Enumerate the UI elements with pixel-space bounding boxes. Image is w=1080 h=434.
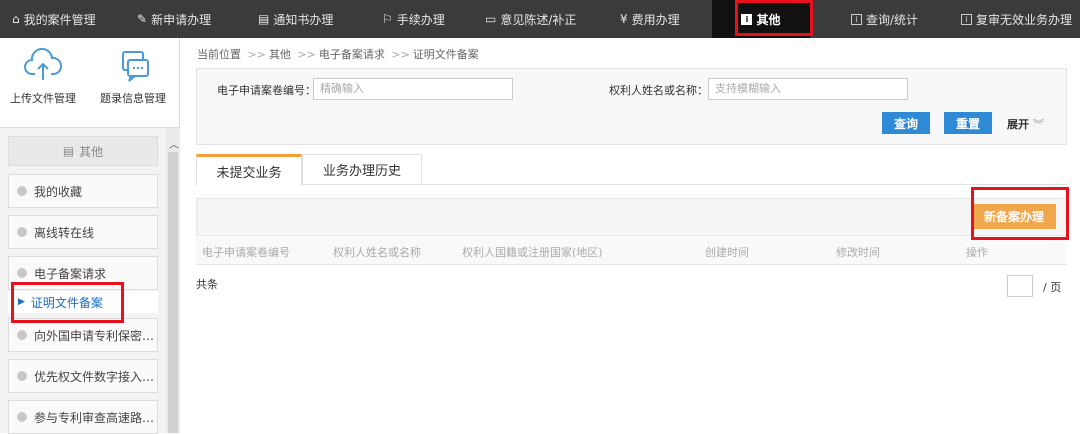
nav-fees[interactable]: ¥ 费用办理	[620, 0, 680, 38]
info-icon: i	[741, 13, 753, 25]
bullet-icon	[17, 227, 27, 237]
section-title-text: 其他	[79, 144, 104, 159]
cloud-upload-icon	[24, 48, 63, 80]
nav-notice[interactable]: ▤ 通知书办理	[258, 0, 333, 38]
sidebar: 上传文件管理 题录信息管理 ▤ 其他 我的收藏 离线转在线 电子备案请求 ▶ 证…	[0, 38, 180, 434]
breadcrumb-item: 证明文件备案	[412, 48, 479, 61]
bullet-icon	[17, 186, 27, 196]
sidebar-item-label: 电子备案请求	[34, 266, 107, 281]
column-header: 电子申请案卷编号	[202, 246, 290, 259]
nav-query[interactable]: i 查询/统计	[851, 0, 918, 38]
sidebar-menu: ▤ 其他 我的收藏 离线转在线 电子备案请求 ▶ 证明文件备案 向外国申请专利保…	[0, 128, 166, 434]
table-toolbar	[196, 198, 1067, 236]
bibliographic-manager[interactable]: 题录信息管理	[93, 48, 173, 106]
tab-history[interactable]: 业务办理历史	[302, 154, 422, 185]
sidebar-item-offline-online[interactable]: 离线转在线	[8, 215, 158, 249]
nav-label: 其他	[756, 12, 781, 27]
sidebar-item-favorites[interactable]: 我的收藏	[8, 174, 158, 208]
edit-icon: ✎	[137, 12, 148, 26]
nav-my-cases[interactable]: ⌂ 我的案件管理	[12, 0, 96, 38]
sidebar-item-foreign-secrecy[interactable]: 向外国申请专利保密…	[8, 318, 158, 352]
sidebar-item-label: 优先权文件数字接入…	[34, 369, 155, 384]
expand-label: 展开	[1007, 118, 1029, 131]
column-header: 修改时间	[836, 246, 880, 259]
info-icon: i	[851, 13, 862, 25]
sidebar-subitem-certificate-filing[interactable]: ▶ 证明文件备案	[8, 291, 158, 313]
owner-name-input[interactable]: 支持模糊输入	[708, 78, 908, 100]
sidebar-tools: 上传文件管理 题录信息管理	[0, 38, 180, 128]
home-icon: ⌂	[12, 12, 20, 26]
main-content: 当前位置 >> 其他 >> 电子备案请求 >> 证明文件备案 电子申请案卷编号： 精确…	[181, 38, 1080, 433]
page-unit-label: / 页	[1043, 281, 1062, 294]
grid-icon: ▤	[258, 12, 270, 26]
nav-label: 意见陈述/补正	[500, 12, 577, 27]
new-filing-button[interactable]: 新备案办理	[972, 204, 1056, 229]
tab-bar: 未提交业务 业务办理历史	[196, 153, 1067, 186]
nav-label: 费用办理	[631, 12, 680, 27]
chat-screen-icon	[122, 51, 149, 82]
column-header: 创建时间	[705, 246, 749, 259]
nav-new-application[interactable]: ✎ 新申请办理	[137, 0, 211, 38]
nav-label: 我的案件管理	[23, 12, 96, 27]
breadcrumb-separator: >>	[247, 48, 266, 61]
nav-label: 通知书办理	[273, 12, 334, 27]
nav-procedures[interactable]: ⚐ 手续办理	[382, 0, 445, 38]
sidebar-item-label: 我的收藏	[34, 184, 83, 199]
case-number-input[interactable]: 精确输入	[313, 78, 513, 100]
sidebar-scrollbar[interactable]: ︿	[166, 128, 180, 433]
triangle-right-icon: ▶	[18, 297, 25, 307]
table-header: 电子申请案卷编号 权利人姓名或名称 权利人国籍或注册国家(地区) 创建时间 修改…	[196, 237, 1067, 265]
column-header: 权利人国籍或注册国家(地区)	[462, 246, 603, 259]
nav-label: 新申请办理	[151, 12, 212, 27]
bullet-icon	[17, 371, 27, 381]
sidebar-item-e-filing[interactable]: 电子备案请求	[8, 256, 158, 290]
nav-label: 复审无效业务办理	[976, 12, 1073, 27]
sidebar-item-label: 参与专利审查高速路…	[34, 410, 155, 425]
flag-icon: ⚐	[382, 12, 393, 26]
nav-reexam[interactable]: i 复审无效业务办理	[961, 0, 1072, 38]
page-input[interactable]	[1007, 275, 1033, 297]
form-icon: ▭	[485, 12, 497, 26]
search-panel: 电子申请案卷编号： 精确输入 权利人姓名或名称： 支持模糊输入 查询 重置 展开…	[196, 68, 1067, 145]
chevron-down-icon: ︾	[1033, 118, 1044, 131]
top-navigation: ⌂ 我的案件管理 ✎ 新申请办理 ▤ 通知书办理 ⚐ 手续办理 ▭ 意见陈述/补…	[0, 0, 1080, 38]
breadcrumb: 当前位置 >> 其他 >> 电子备案请求 >> 证明文件备案	[197, 46, 479, 62]
nav-other[interactable]: i 其他	[712, 0, 810, 38]
breadcrumb-item[interactable]: 其他	[269, 48, 291, 61]
bullet-icon	[17, 330, 27, 340]
breadcrumb-separator: >>	[297, 48, 316, 61]
tool-label: 上传文件管理	[10, 92, 76, 105]
upload-file-manager[interactable]: 上传文件管理	[3, 48, 83, 106]
scrollbar-thumb[interactable]	[168, 152, 178, 433]
total-count: 共条	[196, 278, 218, 291]
nav-label: 查询/统计	[866, 12, 919, 27]
expand-toggle[interactable]: 展开 ︾	[1007, 116, 1044, 132]
query-button[interactable]: 查询	[882, 112, 930, 134]
bullet-icon	[17, 268, 27, 278]
column-header: 操作	[966, 246, 988, 259]
tool-label: 题录信息管理	[100, 92, 166, 105]
sidebar-item-label: 向外国申请专利保密…	[34, 328, 155, 343]
owner-name-label: 权利人姓名或名称：	[609, 84, 708, 97]
nav-opinion[interactable]: ▭ 意见陈述/补正	[485, 0, 576, 38]
breadcrumb-item[interactable]: 电子备案请求	[319, 48, 385, 61]
tab-unsubmitted[interactable]: 未提交业务	[196, 154, 302, 186]
sidebar-subitem-label: 证明文件备案	[30, 295, 103, 310]
yen-icon: ¥	[620, 12, 628, 26]
sidebar-section-title: ▤ 其他	[8, 136, 158, 166]
breadcrumb-prefix: 当前位置	[197, 48, 241, 61]
info-icon: i	[961, 13, 972, 25]
sidebar-item-pph[interactable]: 参与专利审查高速路…	[8, 400, 158, 434]
scroll-up-icon[interactable]: ︿	[169, 136, 179, 151]
breadcrumb-separator: >>	[391, 48, 410, 61]
reset-button[interactable]: 重置	[944, 112, 992, 134]
sidebar-item-label: 离线转在线	[34, 225, 95, 240]
column-header: 权利人姓名或名称	[333, 246, 421, 259]
case-number-label: 电子申请案卷编号：	[217, 84, 316, 97]
bullet-icon	[17, 412, 27, 422]
nav-label: 手续办理	[396, 12, 445, 27]
list-icon: ▤	[62, 144, 75, 158]
sidebar-item-priority-digital[interactable]: 优先权文件数字接入…	[8, 359, 158, 393]
